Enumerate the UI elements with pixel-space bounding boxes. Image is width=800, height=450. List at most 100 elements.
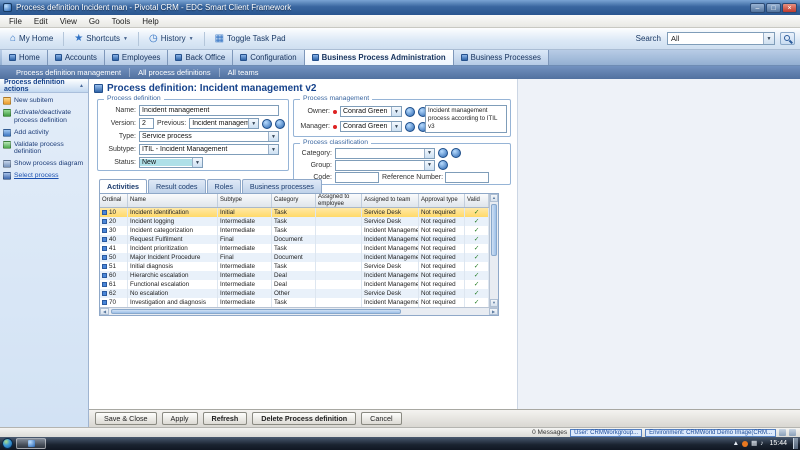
scroll-left-icon[interactable]: ◀ — [100, 308, 109, 315]
cancel-button[interactable]: Cancel — [361, 412, 401, 425]
table-row[interactable]: 62 No escalation Intermediate Other Serv… — [100, 289, 489, 298]
open-record-icon-button[interactable] — [262, 119, 272, 129]
apply-button[interactable]: Apply — [162, 412, 198, 425]
scrollbar-thumb[interactable] — [491, 204, 497, 256]
close-button[interactable]: × — [782, 3, 797, 13]
chevron-down-icon[interactable]: ▼ — [192, 158, 202, 167]
network-icon[interactable]: ▦ — [751, 438, 757, 449]
sidebar-item-new-subitem[interactable]: New subitem — [3, 97, 85, 105]
sidebar-item-activate-deactivate[interactable]: Activate/deactivate process definition — [3, 109, 85, 125]
search-button[interactable] — [780, 32, 795, 45]
version-input[interactable] — [139, 118, 154, 129]
scroll-right-icon[interactable]: ▶ — [489, 308, 498, 315]
manager-select[interactable]: Conrad Green ▼ — [340, 121, 402, 132]
show-hidden-icons-icon[interactable]: ▲ — [733, 438, 739, 449]
column-header[interactable]: Subtype — [218, 194, 272, 207]
open-record-icon-button[interactable] — [405, 122, 415, 132]
column-header[interactable]: Valid — [465, 194, 489, 207]
notification-icon[interactable] — [742, 441, 748, 447]
chevron-down-icon[interactable]: ▼ — [391, 107, 401, 116]
status-select[interactable]: New ▼ — [139, 157, 203, 168]
lookup-icon-button[interactable] — [451, 148, 461, 158]
minimize-button[interactable]: – — [750, 3, 765, 13]
module-tab[interactable]: Business Process Administration — [305, 50, 454, 65]
search-scope-select[interactable]: All ▼ — [667, 32, 775, 45]
breadcrumb-item[interactable]: Process definition management — [8, 68, 130, 77]
table-row[interactable]: 40 Request Fulfilment Final Document Inc… — [100, 235, 489, 244]
type-select[interactable]: Service process ▼ — [139, 131, 279, 142]
save-close-button[interactable]: Save & Close — [95, 412, 157, 425]
refresh-button[interactable]: Refresh — [203, 412, 248, 425]
messages-status[interactable]: 0 Messages — [532, 429, 567, 436]
menu-item[interactable]: Go — [84, 17, 105, 26]
shortcuts-button[interactable]: ★ Shortcuts ▼ — [69, 32, 133, 46]
column-header[interactable]: Assigned to team — [362, 194, 419, 207]
show-desktop-button[interactable] — [793, 438, 798, 449]
menu-item[interactable]: Edit — [29, 17, 53, 26]
menu-item[interactable]: Tools — [107, 17, 136, 26]
chevron-down-icon[interactable]: ▼ — [424, 149, 434, 158]
chevron-down-icon[interactable]: ▼ — [424, 161, 434, 170]
module-tab[interactable]: Accounts — [48, 50, 105, 65]
taskbar-clock[interactable]: 15:44 — [766, 440, 790, 447]
volume-icon[interactable]: ♪ — [760, 438, 763, 449]
table-row[interactable]: 20 Incident logging Intermediate Task Se… — [100, 217, 489, 226]
open-record-icon-button[interactable] — [438, 148, 448, 158]
table-row[interactable]: 60 Hierarchic escalation Intermediate De… — [100, 271, 489, 280]
category-select[interactable]: ▼ — [335, 148, 435, 159]
table-row[interactable]: 41 Incident prioritization Intermediate … — [100, 244, 489, 253]
table-row[interactable]: 30 Incident categorization Intermediate … — [100, 226, 489, 235]
detail-tab[interactable]: Roles — [207, 179, 241, 193]
taskbar-app-button[interactable] — [16, 438, 46, 449]
sidebar-item-validate[interactable]: Validate process definition — [3, 141, 85, 157]
sidebar-item-show-diagram[interactable]: Show process diagram — [3, 160, 85, 168]
table-row[interactable]: 61 Functional escalation Intermediate De… — [100, 280, 489, 289]
lookup-icon-button[interactable] — [438, 160, 448, 170]
sidebar-item-select-process[interactable]: Select process — [3, 172, 85, 180]
vertical-scrollbar[interactable]: ▲ ▼ — [489, 194, 498, 307]
menu-item[interactable]: File — [4, 17, 27, 26]
module-tab[interactable]: Employees — [105, 50, 169, 65]
column-header[interactable]: Assigned to employee — [316, 194, 362, 207]
column-header[interactable]: Name — [128, 194, 218, 207]
module-tab[interactable]: Home — [2, 50, 48, 65]
module-tab[interactable]: Configuration — [233, 50, 304, 65]
delete-process-definition-button[interactable]: Delete Process definition — [252, 412, 356, 425]
start-button[interactable] — [2, 438, 13, 449]
chevron-down-icon[interactable]: ▼ — [268, 145, 278, 154]
sidebar-item-add-activity[interactable]: Add activity — [3, 129, 85, 137]
table-row[interactable]: 51 Initial diagnosis Intermediate Task S… — [100, 262, 489, 271]
menu-item[interactable]: View — [55, 17, 82, 26]
detail-tab[interactable]: Result codes — [148, 179, 206, 193]
breadcrumb-item[interactable]: All process definitions — [130, 68, 220, 77]
module-tab[interactable]: Back Office — [168, 50, 233, 65]
history-button[interactable]: ◷ History ▼ — [144, 32, 199, 46]
sidebar-header[interactable]: Process definition actions ▲ — [0, 79, 88, 93]
scroll-up-icon[interactable]: ▲ — [490, 194, 498, 202]
table-row[interactable]: 10 Incident identification Initial Task … — [100, 208, 489, 217]
owner-select[interactable]: Conrad Green ▼ — [340, 106, 402, 117]
maximize-button[interactable]: □ — [766, 3, 781, 13]
detail-tab[interactable]: Business processes — [242, 179, 322, 193]
process-description[interactable]: Incident management process according to… — [425, 105, 507, 133]
group-select[interactable]: ▼ — [335, 160, 435, 171]
menu-item[interactable]: Help — [137, 17, 163, 26]
previous-select[interactable]: Incident management v1 ▼ — [189, 118, 259, 129]
horizontal-scrollbar[interactable]: ◀ ▶ — [100, 307, 498, 315]
chevron-down-icon[interactable]: ▼ — [763, 33, 774, 44]
toggle-task-pad-button[interactable]: ▦ Toggle Task Pad — [210, 32, 291, 46]
scroll-down-icon[interactable]: ▼ — [490, 299, 498, 307]
scrollbar-thumb[interactable] — [111, 309, 401, 314]
table-row[interactable]: 70 Investigation and diagnosis Intermedi… — [100, 298, 489, 307]
my-home-button[interactable]: ⌂ My Home — [5, 32, 58, 46]
module-tab[interactable]: Business Processes — [454, 50, 549, 65]
chevron-down-icon[interactable]: ▼ — [391, 122, 401, 131]
lookup-icon-button[interactable] — [275, 119, 285, 129]
chevron-down-icon[interactable]: ▼ — [268, 132, 278, 141]
subtype-select[interactable]: ITIL - Incident Management ▼ — [139, 144, 279, 155]
chevron-down-icon[interactable]: ▼ — [248, 119, 258, 128]
detail-tab[interactable]: Activities — [99, 179, 147, 193]
open-record-icon-button[interactable] — [405, 107, 415, 117]
table-row[interactable]: 50 Major Incident Procedure Final Docume… — [100, 253, 489, 262]
column-header[interactable]: Ordinal — [100, 194, 128, 207]
